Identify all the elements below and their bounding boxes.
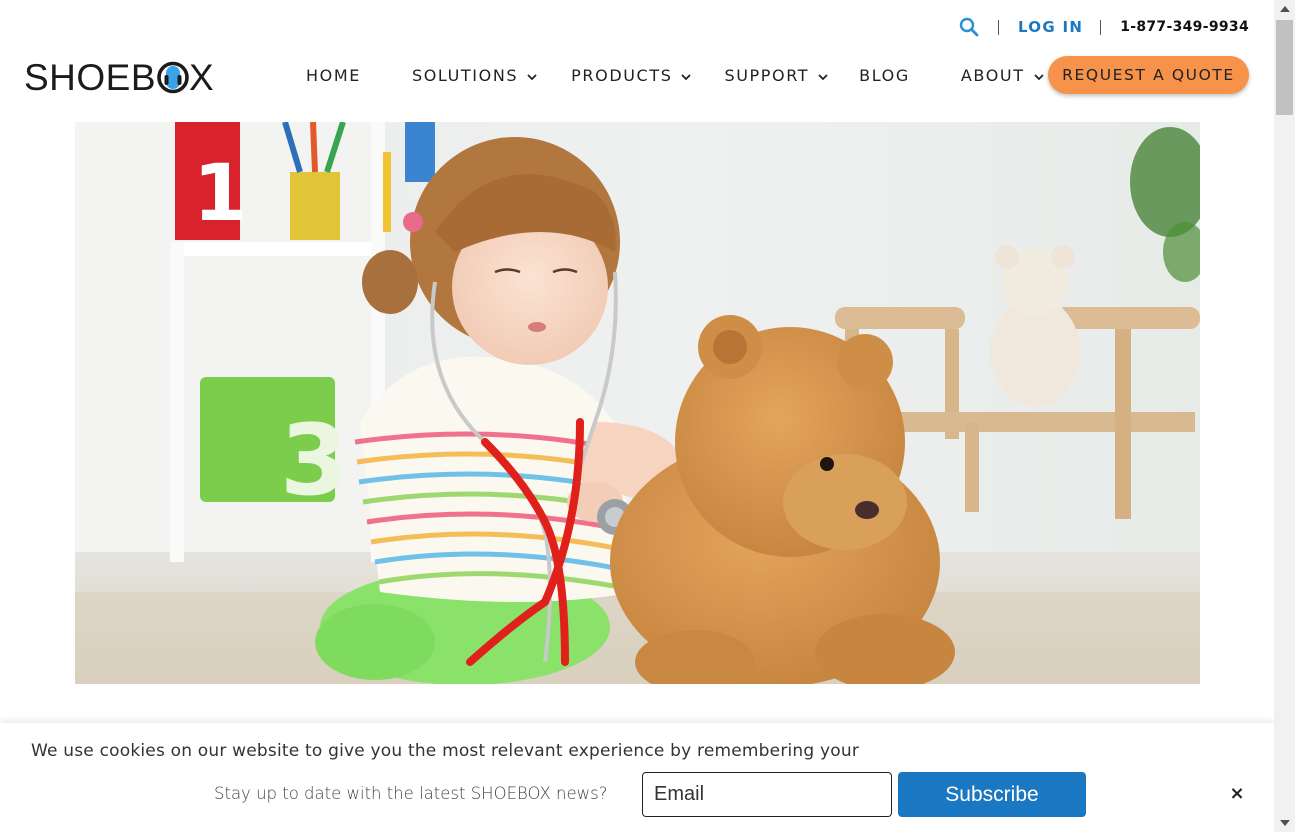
scroll-down-arrow-icon[interactable]	[1280, 820, 1290, 826]
newsletter-prompt: Stay up to date with the latest SHOEBOX …	[214, 784, 608, 803]
scrollbar-thumb[interactable]	[1276, 20, 1293, 115]
nav-support-label: SUPPORT	[724, 65, 810, 85]
nav-home[interactable]: HOME	[306, 66, 361, 85]
request-quote-button[interactable]: REQUEST A QUOTE	[1048, 56, 1249, 94]
nav-blog-label: BLOG	[859, 65, 910, 85]
cookie-consent-bar: We use cookies on our website to give yo…	[0, 723, 1274, 832]
nav-solutions[interactable]: SOLUTIONS	[412, 66, 537, 85]
utility-divider	[997, 19, 999, 35]
chevron-down-icon	[527, 74, 537, 81]
nav-solutions-label: SOLUTIONS	[411, 65, 519, 85]
newsletter-bar: Stay up to date with the latest SHOEBOX …	[0, 767, 1274, 832]
svg-text:1: 1	[193, 149, 247, 239]
chevron-down-icon	[1033, 74, 1044, 81]
nav-home-label: HOME	[306, 65, 361, 85]
logo-o-mark	[156, 61, 189, 94]
cookie-notice-text: We use cookies on our website to give yo…	[31, 741, 860, 761]
page-scrollbar[interactable]	[1274, 0, 1295, 832]
utility-divider	[1100, 19, 1102, 35]
phone-number[interactable]: 1-877-349-9934	[1120, 19, 1249, 35]
nav-products-label: PRODUCTS	[571, 65, 673, 85]
chevron-down-icon	[681, 74, 692, 81]
hero-image: 1 3	[75, 122, 1200, 684]
subscribe-button[interactable]: Subscribe	[898, 772, 1086, 817]
utility-bar: LOG IN 1-877-349-9934	[957, 14, 1249, 40]
search-button[interactable]	[957, 15, 981, 39]
chevron-down-icon	[818, 74, 828, 81]
nav-about-label: ABOUT	[960, 65, 1025, 85]
scroll-up-arrow-icon[interactable]	[1280, 6, 1290, 12]
svg-text:3: 3	[280, 404, 348, 518]
close-icon[interactable]: ×	[1226, 782, 1248, 804]
search-icon	[959, 17, 979, 37]
nav-products[interactable]: PRODUCTS	[571, 65, 692, 85]
nav-about[interactable]: ABOUT	[961, 66, 1044, 85]
logo-wordmark: SHOEB X	[24, 56, 215, 98]
site-logo[interactable]: SHOEB X	[24, 58, 214, 96]
nav-support[interactable]: SUPPORT	[724, 66, 828, 85]
login-link[interactable]: LOG IN	[1018, 18, 1083, 36]
main-nav: HOME SOLUTIONS PRODUCTS SUPPORT BLOG ABO…	[306, 62, 1044, 88]
email-field[interactable]	[642, 772, 892, 817]
nav-blog[interactable]: BLOG	[859, 66, 910, 85]
